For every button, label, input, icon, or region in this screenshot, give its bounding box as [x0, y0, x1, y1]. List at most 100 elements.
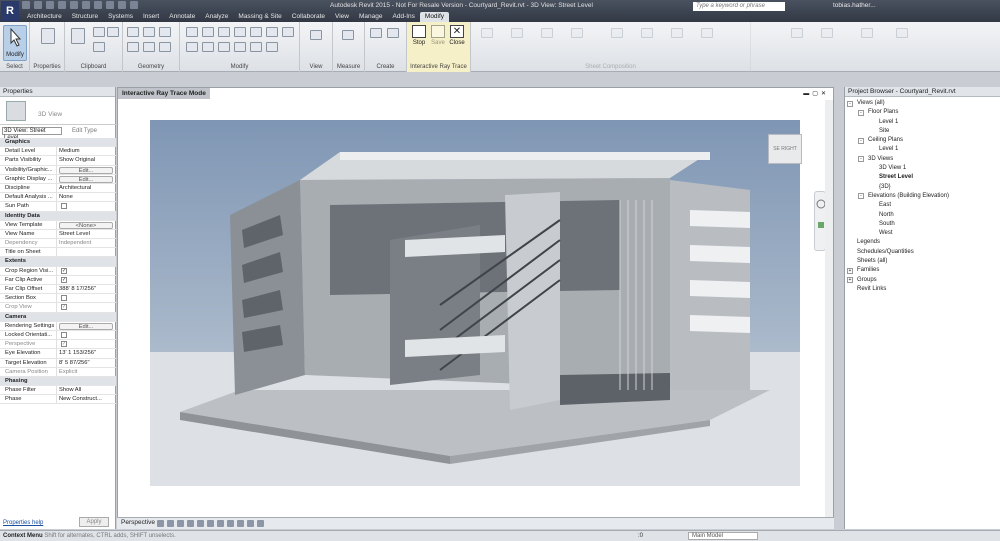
mirror-axis-icon[interactable]: [218, 27, 230, 37]
apply-button[interactable]: Apply: [79, 517, 109, 527]
move-icon[interactable]: [186, 42, 198, 52]
property-value[interactable]: New Construct...: [57, 395, 115, 403]
property-section[interactable]: Camera: [0, 312, 116, 322]
tab-analyze[interactable]: Analyze: [200, 12, 233, 22]
properties-icon[interactable]: [41, 28, 55, 44]
property-value[interactable]: Architectural: [57, 184, 115, 192]
undo-icon[interactable]: [46, 1, 54, 9]
scale-icon[interactable]: [266, 42, 278, 52]
tree-node[interactable]: Revit Links: [847, 285, 999, 294]
hide-icon[interactable]: [310, 30, 322, 40]
property-section[interactable]: Identity Data: [0, 211, 116, 221]
tree-node[interactable]: - Ceiling Plans: [847, 136, 999, 145]
3d-view-icon[interactable]: [118, 1, 126, 9]
tab-insert[interactable]: Insert: [138, 12, 164, 22]
property-value[interactable]: [57, 294, 115, 302]
measure-icon[interactable]: [82, 1, 90, 9]
property-value[interactable]: Show Original: [57, 156, 115, 164]
property-value[interactable]: [57, 248, 115, 256]
redo-icon[interactable]: [58, 1, 66, 9]
close-button[interactable]: ✕ Close: [449, 25, 465, 53]
maximize-icon[interactable]: ▢: [812, 91, 821, 97]
tree-node[interactable]: East: [847, 201, 999, 210]
property-value[interactable]: Edit...: [57, 175, 115, 183]
array-icon[interactable]: [250, 42, 262, 52]
schedules-icon[interactable]: [571, 28, 583, 38]
checkbox[interactable]: [61, 203, 67, 210]
measure-tool-icon[interactable]: [342, 30, 354, 40]
property-edit-button[interactable]: Edit...: [59, 175, 113, 183]
close-hidden-icon[interactable]: [821, 28, 833, 38]
property-value[interactable]: Explicit: [57, 368, 115, 376]
tab-massing-site[interactable]: Massing & Site: [233, 12, 286, 22]
delete-icon[interactable]: [282, 27, 294, 37]
tree-node[interactable]: Street Level: [847, 173, 999, 182]
mirror-draw-icon[interactable]: [234, 27, 246, 37]
edit-type-button[interactable]: Edit Type: [72, 126, 97, 136]
tab-add-ins[interactable]: Add-Ins: [388, 12, 420, 22]
cut-icon[interactable]: [93, 27, 105, 37]
property-value[interactable]: Independent: [57, 239, 115, 247]
section-icon[interactable]: [130, 1, 138, 9]
expand-toggle-icon[interactable]: -: [858, 193, 864, 200]
instance-dropdown[interactable]: 3D View: Street Level: [2, 127, 62, 141]
property-section[interactable]: Phasing: [0, 376, 116, 387]
tree-node[interactable]: Legends: [847, 238, 999, 247]
window-close-icon[interactable]: ✕: [821, 91, 829, 97]
user-account[interactable]: tobias.hather...: [833, 2, 876, 9]
wall-joins-icon[interactable]: [127, 42, 139, 52]
copy-element-icon[interactable]: [202, 42, 214, 52]
copy-icon[interactable]: [107, 27, 119, 37]
sheet-icon[interactable]: [611, 28, 623, 38]
property-value[interactable]: [57, 331, 115, 339]
property-section[interactable]: Graphics: [0, 138, 116, 148]
property-value[interactable]: 8' 5 87/256": [57, 359, 115, 367]
tab-architecture[interactable]: Architecture: [22, 12, 67, 22]
tab-collaborate[interactable]: Collaborate: [287, 12, 330, 22]
property-value[interactable]: None: [57, 193, 115, 201]
vertical-scrollbar[interactable]: [825, 100, 833, 518]
align-views-icon[interactable]: [481, 28, 493, 38]
tree-node[interactable]: Schedules/Quantities: [847, 248, 999, 257]
split-icon[interactable]: [250, 27, 262, 37]
match-properties-icon[interactable]: [93, 42, 105, 52]
checkbox[interactable]: ✓: [61, 304, 67, 311]
property-value[interactable]: Edit...: [57, 322, 115, 330]
tree-node[interactable]: - Floor Plans: [847, 108, 999, 117]
tab-modify[interactable]: Modify: [419, 12, 450, 22]
save-icon[interactable]: [34, 1, 42, 9]
tree-node[interactable]: + Families: [847, 266, 999, 275]
tree-node[interactable]: - Views (all): [847, 99, 999, 108]
render-canvas[interactable]: [150, 120, 800, 486]
expand-toggle-icon[interactable]: -: [858, 137, 864, 144]
tree-node[interactable]: Level 1: [847, 118, 999, 127]
tag-icon[interactable]: [94, 1, 102, 9]
create-group-icon[interactable]: [387, 28, 399, 38]
expand-toggle-icon[interactable]: -: [858, 156, 864, 163]
tree-node[interactable]: 3D View 1: [847, 164, 999, 173]
expand-toggle-icon[interactable]: -: [847, 100, 853, 107]
tree-node[interactable]: - Elevations (Building Elevation): [847, 192, 999, 201]
switch-windows-icon[interactable]: [791, 28, 803, 38]
shadows-icon[interactable]: [187, 520, 194, 527]
minimize-icon[interactable]: ▬: [803, 91, 812, 97]
cascade-icon[interactable]: [861, 28, 873, 38]
tree-node[interactable]: West: [847, 229, 999, 238]
reveal-hidden-icon[interactable]: [247, 520, 254, 527]
pin-icon[interactable]: [266, 27, 278, 37]
title-block-icon[interactable]: [641, 28, 653, 38]
align-icon[interactable]: [186, 27, 198, 37]
crop-view-icon[interactable]: [207, 520, 214, 527]
user-interface-icon[interactable]: [896, 28, 908, 38]
expand-toggle-icon[interactable]: +: [847, 277, 853, 284]
checkbox[interactable]: ✓: [61, 276, 67, 283]
legends-icon[interactable]: [541, 28, 553, 38]
property-value[interactable]: Medium: [57, 147, 115, 155]
checkbox[interactable]: ✓: [61, 267, 67, 274]
tree-node[interactable]: Site: [847, 127, 999, 136]
paint-icon[interactable]: [159, 42, 171, 52]
cut-geometry-icon[interactable]: [143, 27, 155, 37]
property-section[interactable]: Extents: [0, 257, 116, 267]
split-face-icon[interactable]: [143, 42, 155, 52]
property-value[interactable]: ✓: [57, 267, 115, 275]
